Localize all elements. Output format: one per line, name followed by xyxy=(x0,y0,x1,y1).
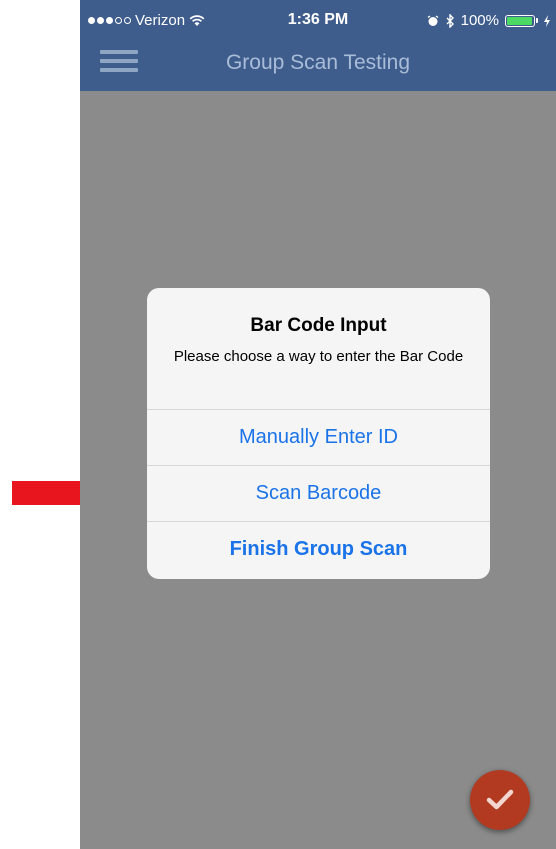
checkmark-icon xyxy=(486,789,514,810)
bar-code-input-dialog: Bar Code Input Please choose a way to en… xyxy=(147,288,490,579)
dialog-header: Bar Code Input Please choose a way to en… xyxy=(147,288,490,409)
manually-enter-id-button[interactable]: Manually Enter ID xyxy=(147,409,490,465)
dialog-message: Please choose a way to enter the Bar Cod… xyxy=(173,348,464,365)
bluetooth-icon xyxy=(446,13,454,28)
battery-icon xyxy=(505,14,535,27)
scan-barcode-button[interactable]: Scan Barcode xyxy=(147,465,490,521)
charging-bolt-icon xyxy=(544,14,550,27)
finish-group-scan-button[interactable]: Finish Group Scan xyxy=(147,521,490,577)
phone-screen: Verizon 1:36 PM 100% Group Scan Testing … xyxy=(80,0,556,849)
page-title: Group Scan Testing xyxy=(225,51,411,74)
navigation-bar: Verizon 1:36 PM 100% Group Scan Testing xyxy=(80,0,556,91)
battery-tip xyxy=(536,18,538,23)
dialog-title: Bar Code Input xyxy=(250,315,387,336)
status-bar: Verizon 1:36 PM 100% xyxy=(80,0,556,42)
status-right: 100% xyxy=(427,12,550,29)
battery-percentage: 100% xyxy=(460,12,499,29)
battery-level-fill xyxy=(507,16,532,25)
confirm-fab-button[interactable] xyxy=(470,770,530,830)
screenshot-page: Verizon 1:36 PM 100% Group Scan Testing … xyxy=(0,0,556,849)
alarm-clock-icon xyxy=(427,14,439,26)
